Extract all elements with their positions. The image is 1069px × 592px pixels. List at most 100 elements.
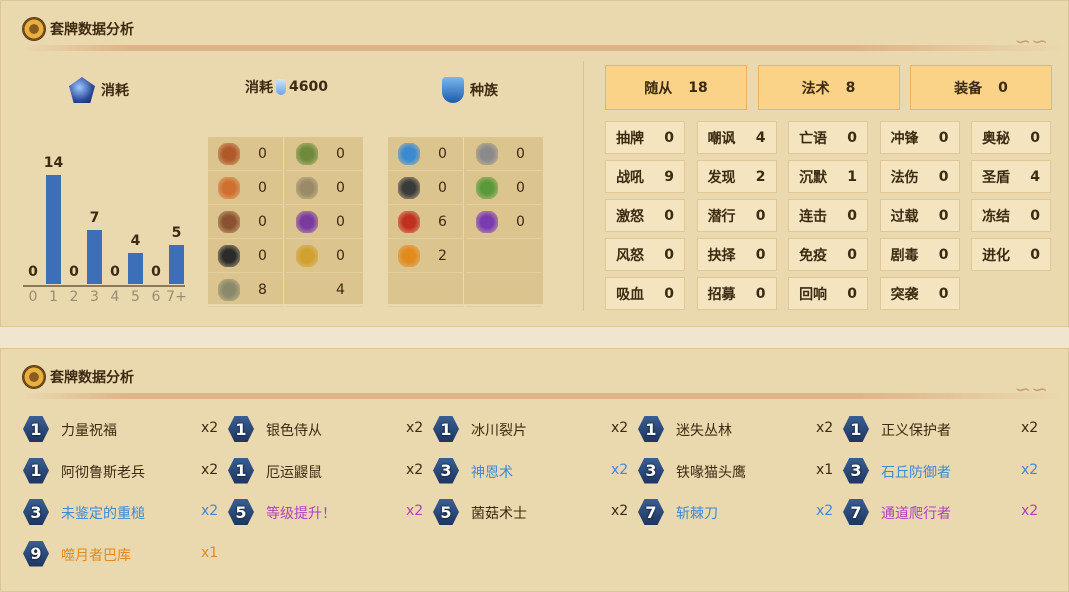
grid-count: 0: [258, 247, 267, 264]
keyword-label: 连击: [799, 208, 828, 225]
keyword-filter[interactable]: 进化 0: [971, 238, 1051, 271]
card-list-item[interactable]: 1 银色侍从 x2: [228, 415, 428, 443]
axis-tick-label: 6: [151, 289, 161, 305]
grid-cell[interactable]: 0: [208, 137, 284, 171]
card-list-item[interactable]: 1 厄运鼹鼠 x2: [228, 457, 428, 485]
keyword-filter[interactable]: 剧毒 0: [879, 238, 960, 271]
keyword-filter[interactable]: 沉默 1: [788, 160, 868, 193]
keyword-filter[interactable]: 抽牌 0: [605, 121, 685, 154]
grid-count: 6: [438, 213, 447, 230]
keyword-label: 免疫: [799, 247, 828, 264]
keyword-filter[interactable]: 圣盾 4: [971, 160, 1051, 193]
card-list-item[interactable]: 5 菌菇术士 x2: [433, 498, 633, 526]
mana-bar-5[interactable]: [127, 252, 143, 284]
grid-cell[interactable]: 0: [208, 171, 284, 205]
card-list-item[interactable]: 3 未鉴定的重槌 x2: [23, 498, 223, 526]
keyword-label: 吸血: [616, 286, 645, 303]
grid-cell[interactable]: 0: [388, 171, 464, 205]
card-count: x2: [201, 461, 219, 478]
card-type-label: 装备: [954, 80, 983, 97]
mana-cost-icon: 1: [23, 416, 49, 442]
card-list-item[interactable]: 1 冰川裂片 x2: [433, 415, 633, 443]
grid-cell[interactable]: 0: [388, 137, 464, 171]
keyword-filter[interactable]: 连击 0: [788, 199, 868, 232]
grid-cell[interactable]: 0: [286, 239, 362, 273]
grid-cell[interactable]: 0: [208, 239, 284, 273]
keyword-filter[interactable]: 亡语 0: [788, 121, 868, 154]
card-list-item[interactable]: 7 通道爬行者 x2: [843, 498, 1043, 526]
card-name: 噬月者巴库: [61, 547, 131, 564]
grid-count: 0: [516, 145, 525, 162]
keyword-filter[interactable]: 发现 2: [696, 160, 777, 193]
keyword-count: 4: [1030, 168, 1040, 185]
card-list-item[interactable]: 1 阿彻鲁斯老兵 x2: [23, 457, 223, 485]
keyword-filter[interactable]: 潜行 0: [696, 199, 777, 232]
keyword-filter[interactable]: 激怒 0: [605, 199, 685, 232]
card-list-item[interactable]: 3 铁喙猫头鹰 x1: [638, 457, 838, 485]
grid-cell[interactable]: 0: [466, 171, 542, 205]
card-type-label: 随从: [644, 80, 673, 97]
bar-value-label: 7: [89, 209, 100, 226]
keyword-filter[interactable]: 战吼 9: [605, 160, 685, 193]
card-count: x2: [1021, 420, 1039, 436]
keyword-filter[interactable]: 招募 0: [696, 277, 777, 310]
keyword-filter[interactable]: 奥秘 0: [971, 121, 1051, 154]
card-type-button[interactable]: 随从 18: [605, 65, 747, 110]
keyword-label: 发现: [707, 169, 736, 186]
card-list-item[interactable]: 1 力量祝福 x2: [23, 415, 223, 443]
keyword-filter[interactable]: 回响 0: [788, 277, 868, 310]
keyword-filter[interactable]: 突袭 0: [879, 277, 960, 310]
keyword-filter[interactable]: 吸血 0: [605, 277, 685, 310]
keyword-filter[interactable]: 免疫 0: [788, 238, 868, 271]
grid-cell[interactable]: 0: [286, 171, 362, 205]
keyword-label: 冻结: [982, 208, 1011, 225]
mana-bar-7+[interactable]: [168, 245, 184, 284]
race-shield-icon: [442, 77, 464, 103]
grid-cell[interactable]: 0: [208, 205, 284, 239]
keyword-count: 0: [755, 246, 766, 263]
grid-cell[interactable]: 8: [208, 273, 284, 307]
card-type-button[interactable]: 装备 0: [910, 65, 1052, 110]
mana-cost-icon: 3: [23, 499, 49, 525]
card-name: 力量祝福: [61, 423, 117, 439]
card-list-item[interactable]: 1 迷失丛林 x2: [638, 415, 838, 443]
card-list-item[interactable]: 9 噬月者巴库 x1: [23, 540, 223, 568]
keyword-label: 抉择: [707, 247, 736, 264]
card-name: 正义保护者: [881, 423, 951, 439]
grid-cell[interactable]: 0: [466, 137, 542, 171]
keyword-label: 嘲讽: [707, 130, 736, 147]
keyword-label: 潜行: [707, 208, 736, 225]
keyword-filter[interactable]: 抉择 0: [696, 238, 777, 271]
grid-cell[interactable]: 6: [388, 205, 464, 239]
grid-cell[interactable]: 0: [466, 205, 542, 239]
grid-cell[interactable]: 0: [286, 137, 362, 171]
keyword-filter[interactable]: 冻结 0: [971, 199, 1051, 232]
music-note-icon: [218, 244, 240, 267]
mana-cost-icon: 5: [228, 499, 254, 525]
keyword-filter[interactable]: 法伤 0: [879, 160, 960, 193]
card-list-item[interactable]: 3 石丘防御者 x2: [843, 457, 1043, 485]
keyword-label: 突袭: [890, 286, 919, 303]
mana-bar-3[interactable]: [86, 229, 102, 284]
card-list-item[interactable]: 3 神恩术 x2: [433, 457, 633, 485]
bar-value-label: 4: [130, 232, 141, 249]
mana-bar-1[interactable]: [45, 175, 61, 284]
mana-cost-icon: 1: [433, 416, 459, 442]
card-count: x1: [201, 544, 219, 561]
keyword-count: 0: [938, 285, 949, 302]
card-list-item[interactable]: 1 正义保护者 x2: [843, 415, 1043, 443]
keyword-filter[interactable]: 过载 0: [879, 199, 960, 232]
keyword-filter[interactable]: 风怒 0: [605, 238, 685, 271]
grid-cell[interactable]: 2: [388, 239, 464, 273]
grid-cell[interactable]: 4: [286, 273, 362, 307]
deck-stats-panel: 套牌数据分析 ∽∽ 消耗 消耗 4600 种族 0 0 14 1 0 2 7 3 0 4 4 5 0 6 5…: [0, 0, 1069, 327]
demon-icon: [476, 210, 498, 233]
keyword-filter[interactable]: 冲锋 0: [879, 121, 960, 154]
keyword-filter[interactable]: 嘲讽 4: [696, 121, 777, 154]
mana-cost-icon: 3: [843, 457, 869, 484]
axis-tick-label: 0: [28, 289, 38, 305]
card-type-button[interactable]: 法术 8: [757, 65, 900, 110]
card-list-item[interactable]: 7 斩棘刀 x2: [638, 498, 838, 526]
grid-cell[interactable]: 0: [286, 205, 362, 239]
card-list-item[interactable]: 5 等级提升！ x2: [228, 498, 428, 526]
